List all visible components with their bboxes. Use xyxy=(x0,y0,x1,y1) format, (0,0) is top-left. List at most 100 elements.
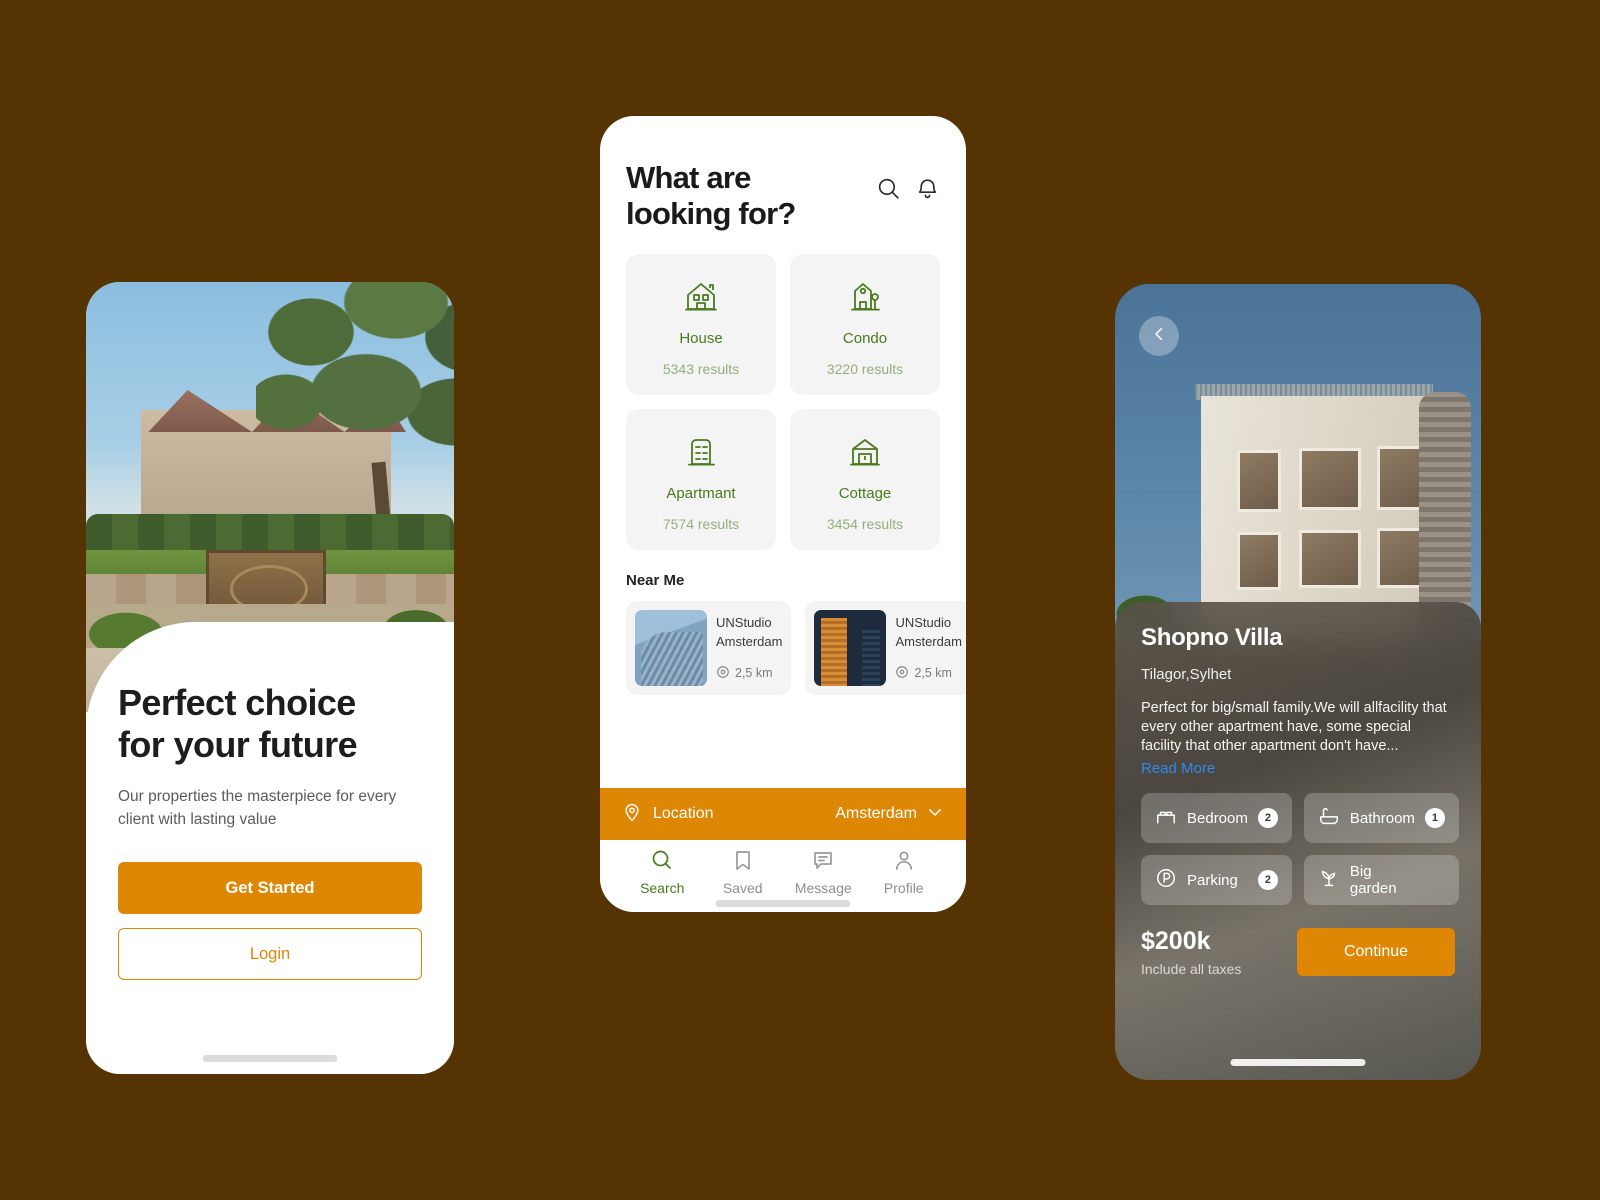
property-name: UNStudio Amsterdam xyxy=(716,614,783,649)
onboarding-subcopy: Our properties the masterpiece for every… xyxy=(118,788,397,829)
category-count: 3454 results xyxy=(826,515,904,532)
detail-window xyxy=(1237,450,1281,512)
property-price: $200k xyxy=(1141,927,1211,956)
phone-property-detail: Shopno Villa Tilagor,Sylhet Perfect for … xyxy=(1115,284,1481,1080)
category-count: 7574 results xyxy=(662,515,740,532)
feature-count-badge: 2 xyxy=(1257,808,1278,829)
home-indicator xyxy=(1230,1059,1366,1066)
property-thumbnail xyxy=(814,609,887,686)
category-count: 3220 results xyxy=(826,360,904,377)
feature-chip-big-garden[interactable]: Big garden xyxy=(1303,855,1459,906)
property-title: Shopno Villa xyxy=(1141,624,1283,651)
location-pin-icon xyxy=(716,665,730,682)
location-selector[interactable]: Location Amsterdam xyxy=(600,788,966,840)
search-page-title: What are looking for? xyxy=(626,160,796,232)
list-item[interactable]: UNStudio Amsterdam 2,5 km xyxy=(626,600,792,695)
detail-window xyxy=(1237,532,1281,590)
property-detail-sheet: Shopno Villa Tilagor,Sylhet Perfect for … xyxy=(1115,602,1481,1080)
category-label: Cottage xyxy=(838,484,892,502)
property-name: UNStudio Amsterdam xyxy=(895,614,962,649)
tab-profile[interactable]: Profile xyxy=(864,848,945,896)
category-card-cottage[interactable]: Cottage 3454 results xyxy=(790,408,940,550)
tab-label: Saved xyxy=(722,880,763,896)
search-header: What are looking for? xyxy=(600,116,966,232)
tab-saved[interactable]: Saved xyxy=(703,848,784,896)
feature-label: Bathroom xyxy=(1349,809,1415,827)
phone-onboarding: Perfect choice for your future Our prope… xyxy=(86,282,454,1074)
home-indicator xyxy=(715,900,851,907)
property-distance: 2,5 km xyxy=(735,666,773,681)
category-label: Apartmant xyxy=(666,484,736,502)
home-indicator xyxy=(202,1055,338,1062)
bookmark-icon xyxy=(731,848,755,877)
hero-tree-canopy xyxy=(256,282,454,552)
property-distance-row: 2,5 km xyxy=(895,665,961,682)
category-count: 5343 results xyxy=(662,360,740,377)
plant-icon xyxy=(1318,867,1340,894)
search-icon[interactable] xyxy=(876,176,901,201)
search-icon xyxy=(650,848,674,877)
apartment-icon xyxy=(681,431,721,473)
price-section: $200k Include all taxes Continue xyxy=(1141,927,1455,977)
feature-chip-bedroom[interactable]: Bedroom 2 xyxy=(1141,793,1292,844)
bed-icon xyxy=(1155,805,1177,832)
feature-chip-parking[interactable]: Parking 2 xyxy=(1141,855,1292,906)
property-distance-row: 2,5 km xyxy=(716,665,782,682)
back-button[interactable] xyxy=(1139,316,1179,356)
location-value: Amsterdam xyxy=(835,805,917,822)
tab-label: Search xyxy=(640,880,685,896)
feature-count-badge: 2 xyxy=(1257,870,1278,891)
search-title-line-1: What are xyxy=(626,160,751,195)
condo-icon xyxy=(845,276,885,318)
continue-button[interactable]: Continue xyxy=(1297,928,1455,977)
cottage-icon xyxy=(845,431,885,473)
detail-window xyxy=(1299,448,1361,510)
tab-message[interactable]: Message xyxy=(783,848,864,896)
property-description: Perfect for big/small family.We will all… xyxy=(1141,700,1447,755)
list-item[interactable]: UNStudio Amsterdam 2,5 km xyxy=(805,600,966,695)
near-me-title: Near Me xyxy=(626,571,685,589)
screen-root: Perfect choice for your future Our prope… xyxy=(0,0,1600,1200)
location-pin-icon xyxy=(622,802,642,827)
person-icon xyxy=(892,848,916,877)
bell-icon[interactable] xyxy=(915,176,940,201)
tab-label: Profile xyxy=(883,880,924,896)
onboarding-sheet: Perfect choice for your future Our prope… xyxy=(86,622,454,1074)
feature-chip-bathroom[interactable]: Bathroom 1 xyxy=(1303,793,1459,844)
category-label: Condo xyxy=(842,329,888,347)
feature-label: Big garden xyxy=(1349,863,1397,898)
phone-search: What are looking for? House 5343 results… xyxy=(600,116,966,912)
chevron-down-icon[interactable] xyxy=(926,803,944,826)
price-note: Include all taxes xyxy=(1141,961,1242,978)
feature-count-badge: 1 xyxy=(1424,808,1445,829)
feature-label: Bedroom xyxy=(1187,809,1248,827)
property-distance: 2,5 km xyxy=(914,666,952,681)
tab-label: Message xyxy=(794,880,852,896)
property-thumbnail xyxy=(635,609,707,686)
search-title-line-2: looking for? xyxy=(626,195,796,231)
category-grid: House 5343 results Condo 3220 results Ap… xyxy=(600,232,966,550)
category-label: House xyxy=(679,329,723,347)
parking-icon xyxy=(1155,867,1177,894)
near-me-list: UNStudio Amsterdam 2,5 km UNStudio Amste… xyxy=(600,589,966,695)
headline-line-2: for your future xyxy=(118,724,358,766)
category-card-apartmant[interactable]: Apartmant 7574 results xyxy=(626,408,776,550)
get-started-button[interactable]: Get Started xyxy=(118,862,422,915)
detail-window xyxy=(1299,530,1361,588)
tab-search[interactable]: Search xyxy=(622,848,703,896)
bathtub-icon xyxy=(1318,805,1340,832)
read-more-link[interactable]: Read More xyxy=(1141,760,1455,777)
location-label: Location xyxy=(653,805,714,822)
login-button[interactable]: Login xyxy=(118,928,422,981)
header-actions xyxy=(876,160,940,201)
category-card-condo[interactable]: Condo 3220 results xyxy=(790,253,940,395)
headline-line-1: Perfect choice xyxy=(118,682,356,723)
feature-chip-grid: Bedroom 2 Bathroom 1 Parking 2 Big garde… xyxy=(1141,793,1459,906)
house-icon xyxy=(681,276,721,318)
property-location: Tilagor,Sylhet xyxy=(1141,666,1232,683)
message-icon xyxy=(811,848,835,877)
category-card-house[interactable]: House 5343 results xyxy=(626,253,776,395)
feature-label: Parking xyxy=(1187,871,1238,889)
location-pin-icon xyxy=(895,665,909,682)
page-title: Perfect choice for your future xyxy=(118,682,422,766)
